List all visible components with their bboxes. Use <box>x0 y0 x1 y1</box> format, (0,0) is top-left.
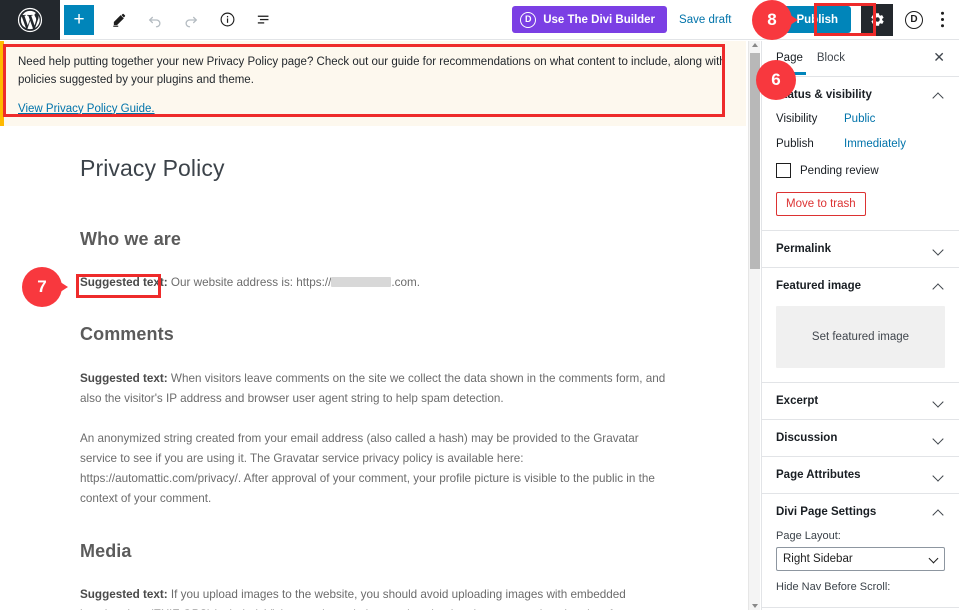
notice-text: Need help putting together your new Priv… <box>18 56 726 86</box>
divi-settings-icon[interactable]: D <box>899 4 929 36</box>
tab-block[interactable]: Block <box>817 41 845 74</box>
section-heading-comments[interactable]: Comments <box>80 323 668 346</box>
row-visibility: Visibility Public <box>776 113 945 125</box>
panel-permalink: Permalink <box>762 231 959 268</box>
pen-icon[interactable] <box>102 3 136 37</box>
panel-title: Discussion <box>776 432 838 444</box>
tab-page[interactable]: Page <box>773 41 806 75</box>
divi-logo-icon: D <box>520 11 537 28</box>
section-heading-who-we-are[interactable]: Who we are <box>80 228 668 251</box>
paragraph-comments-1[interactable]: Suggested text: When visitors leave comm… <box>80 369 668 409</box>
more-options-kebab-icon[interactable] <box>929 4 955 36</box>
add-block-button[interactable]: + <box>64 4 94 35</box>
pending-review-row: Pending review <box>776 163 945 178</box>
paragraph-who-we-are[interactable]: Suggested text: Our website address is: … <box>80 273 668 293</box>
chevron-up-icon <box>933 280 945 292</box>
scroll-down-arrow-icon[interactable] <box>752 604 758 608</box>
panel-divi-page-settings: Divi Page Settings Page Layout: Right Si… <box>762 494 959 608</box>
close-sidebar-icon[interactable]: ✕ <box>928 41 950 73</box>
panel-title: Divi Page Settings <box>776 506 877 518</box>
editor-canvas[interactable]: Privacy Policy Who we are Suggested text… <box>0 126 746 610</box>
panel-body-featured-image: Set featured image <box>762 306 959 382</box>
panel-title: Page Attributes <box>776 469 861 481</box>
save-draft-button[interactable]: Save draft <box>679 14 731 26</box>
panel-header-status-and-visibility[interactable]: Status & visibility <box>762 77 959 113</box>
toolbar-tools-group <box>102 3 280 37</box>
suggested-text-label: Suggested text: <box>80 276 168 290</box>
set-featured-image-button[interactable]: Set featured image <box>776 306 945 368</box>
scrollbar-thumb[interactable] <box>750 53 760 269</box>
list-view-icon[interactable] <box>246 3 280 37</box>
panel-header-permalink[interactable]: Permalink <box>762 231 959 267</box>
publish-label: Publish <box>776 138 814 150</box>
hide-nav-before-scroll-label: Hide Nav Before Scroll: <box>776 581 891 593</box>
publish-button[interactable]: Publish <box>783 6 851 33</box>
panel-title: Excerpt <box>776 395 819 407</box>
view-privacy-policy-guide-link[interactable]: View Privacy Policy Guide. <box>18 101 155 119</box>
page-title[interactable]: Privacy Policy <box>80 154 668 184</box>
paragraph-body: An anonymized string created from your e… <box>80 432 655 506</box>
document-content: Privacy Policy Who we are Suggested text… <box>0 126 746 610</box>
chevron-up-icon <box>933 89 945 101</box>
panel-featured-image: Featured image Set featured image <box>762 268 959 383</box>
pending-review-checkbox[interactable] <box>776 163 791 178</box>
panel-header-divi-page-settings[interactable]: Divi Page Settings <box>762 494 959 530</box>
info-icon[interactable] <box>210 3 244 37</box>
chevron-down-icon <box>933 395 945 407</box>
panel-title: Status & visibility <box>776 89 872 101</box>
panel-status-and-visibility: Status & visibility Visibility Public Pu… <box>762 77 959 231</box>
row-publish-date: Publish Immediately <box>776 138 945 150</box>
gear-icon[interactable] <box>861 3 893 36</box>
panel-body-status-and-visibility: Visibility Public Publish Immediately Pe… <box>762 113 959 230</box>
paragraph-media[interactable]: Suggested text: If you upload images to … <box>80 585 668 610</box>
paragraph-body-after: .com. <box>391 276 420 290</box>
paragraph-comments-2[interactable]: An anonymized string created from your e… <box>80 429 668 510</box>
chevron-up-icon <box>933 506 945 518</box>
redo-icon[interactable] <box>174 3 208 37</box>
visibility-value-button[interactable]: Public <box>844 113 875 125</box>
toolbar-right-group: D Use The Divi Builder Save draft Publis… <box>512 0 959 40</box>
panel-header-featured-image[interactable]: Featured image <box>762 268 959 304</box>
privacy-policy-notice: Need help putting together your new Priv… <box>0 41 746 133</box>
section-heading-media[interactable]: Media <box>80 540 668 563</box>
pending-review-label: Pending review <box>800 164 879 177</box>
paragraph-body-before: Our website address is: https:// <box>167 276 332 290</box>
notice-body: Need help putting together your new Priv… <box>0 41 746 133</box>
editor-scrollbar[interactable] <box>748 41 760 610</box>
add-block-label: + <box>73 9 85 30</box>
paragraph-body: When visitors leave comments on the site… <box>80 371 666 405</box>
publish-date-value-button[interactable]: Immediately <box>844 138 906 150</box>
editor-toolbar: + D Use The Divi Builder Save draft Publ… <box>0 0 959 40</box>
page-layout-label: Page Layout: <box>776 530 841 542</box>
chevron-down-icon <box>933 243 945 255</box>
visibility-label: Visibility <box>776 113 818 125</box>
panel-discussion: Discussion <box>762 420 959 457</box>
wordpress-block-editor: + D Use The Divi Builder Save draft Publ… <box>0 0 959 610</box>
panel-page-attributes: Page Attributes <box>762 457 959 494</box>
page-layout-select-wrapper: Right Sidebar <box>776 547 945 571</box>
chevron-down-icon <box>933 469 945 481</box>
panel-excerpt: Excerpt <box>762 383 959 420</box>
redacted-domain <box>331 277 392 288</box>
panel-header-page-attributes[interactable]: Page Attributes <box>762 457 959 493</box>
panel-body-divi-page-settings: Page Layout: Right Sidebar Hide Nav Befo… <box>762 530 959 607</box>
panel-title: Featured image <box>776 280 861 292</box>
chevron-down-icon <box>933 432 945 444</box>
suggested-text-label: Suggested text: <box>80 587 168 601</box>
wordpress-logo-button[interactable] <box>0 0 60 40</box>
page-layout-select[interactable]: Right Sidebar <box>776 547 945 571</box>
wordpress-icon <box>17 7 43 32</box>
undo-icon[interactable] <box>138 3 172 37</box>
settings-sidebar: Page Block ✕ Status & visibility Visibil… <box>761 41 959 610</box>
sidebar-tabs: Page Block ✕ <box>762 41 959 77</box>
move-to-trash-button[interactable]: Move to trash <box>776 192 866 216</box>
suggested-text-label: Suggested text: <box>80 371 168 385</box>
scroll-up-arrow-icon[interactable] <box>752 43 758 47</box>
panel-header-excerpt[interactable]: Excerpt <box>762 383 959 419</box>
use-divi-builder-label: Use The Divi Builder <box>543 13 656 26</box>
panel-title: Permalink <box>776 243 831 255</box>
use-divi-builder-button[interactable]: D Use The Divi Builder <box>512 6 668 33</box>
panel-header-discussion[interactable]: Discussion <box>762 420 959 456</box>
